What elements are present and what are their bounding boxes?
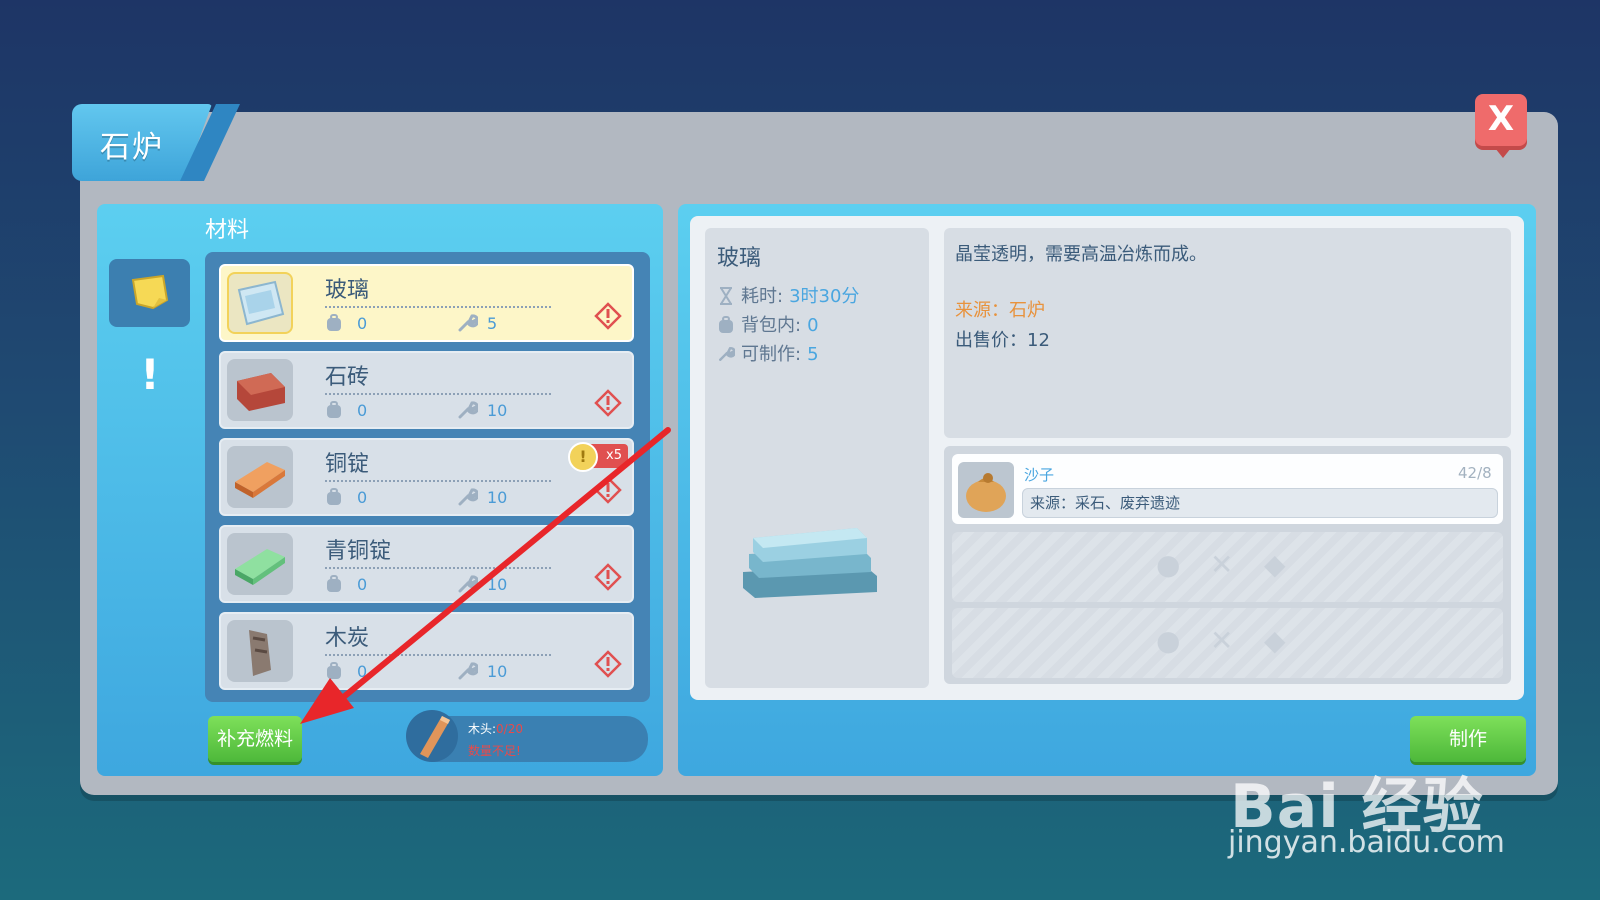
stat-bag: 背包内: 0 [717, 311, 819, 337]
window-title: 石炉 [100, 130, 164, 165]
requirement-name: 沙子 [1024, 466, 1055, 484]
wrench-icon [458, 401, 478, 419]
item-name: 石砖 [325, 365, 370, 390]
warning-icon [594, 389, 622, 417]
item-bag-count: 0 [357, 314, 368, 333]
materials-section-title: 材料 [205, 218, 250, 243]
item-name: 玻璃 [325, 278, 370, 303]
charcoal-icon [227, 620, 293, 682]
wrench-icon [458, 314, 478, 332]
wood-count: 木头:0/20 [468, 720, 523, 737]
warning-icon [594, 650, 622, 678]
cross-icon: ✕ [1210, 548, 1234, 581]
backpack-icon [327, 314, 341, 331]
list-item-stone-brick[interactable]: 石砖 0 10 [219, 351, 634, 429]
item-bag-count: 0 [357, 401, 368, 420]
tab-alert-icon[interactable]: ! [128, 350, 172, 400]
stat-craft-value: 5 [807, 344, 819, 365]
item-source: 来源：石炉 [955, 300, 1045, 321]
divider [325, 654, 551, 656]
brick-icon [227, 359, 293, 421]
stat-bag-label: 背包内: [741, 315, 802, 336]
divider [325, 480, 551, 482]
backpack-icon [327, 401, 341, 418]
item-craftable-count: 10 [487, 575, 508, 594]
wrench-icon [719, 347, 735, 361]
hourglass-icon [720, 287, 732, 305]
stat-time-label: 耗时: [741, 286, 784, 307]
cross-icon: ✕ [1210, 624, 1234, 657]
stat-time-value: 3时30分 [789, 286, 860, 307]
backpack-icon [327, 575, 341, 592]
chicken-leg-icon: ◆ [1264, 548, 1286, 581]
hint-bulb-icon: ! [568, 442, 598, 472]
glass-preview-icon [743, 528, 877, 598]
stat-craft-label: 可制作: [741, 344, 802, 365]
item-name: 铜锭 [325, 452, 370, 477]
warning-icon [594, 302, 622, 330]
item-craftable-count: 10 [487, 401, 508, 420]
backpack-icon [327, 488, 341, 505]
wood-log-icon [406, 710, 458, 762]
wrench-icon [458, 662, 478, 680]
materials-list[interactable]: 玻璃 0 5 石砖 0 10 铜锭 0 10 x5 ! 青铜锭 0 10 木炭 … [205, 252, 650, 702]
stat-time: 耗时: 3时30分 [717, 282, 859, 308]
close-button[interactable]: X [1475, 94, 1527, 158]
item-craftable-count: 5 [487, 314, 498, 333]
backpack-icon [719, 316, 733, 333]
add-fuel-button[interactable]: 补充燃料 [208, 716, 302, 762]
glass-icon [227, 272, 293, 334]
apple-icon: ● [1156, 624, 1181, 657]
item-name: 木炭 [325, 626, 370, 651]
empty-requirement-slot: ● ✕ ◆ [952, 532, 1503, 602]
warning-icon [594, 476, 622, 504]
requirement-source: 来源：采石、废弃遗迹 [1030, 494, 1181, 512]
watermark-url: jingyan.baidu.com [1228, 825, 1505, 860]
divider [325, 393, 551, 395]
apple-icon: ● [1156, 548, 1181, 581]
copper-ingot-icon [227, 446, 293, 508]
empty-requirement-slot: ● ✕ ◆ [952, 608, 1503, 678]
item-craftable-count: 10 [487, 662, 508, 681]
note-icon [131, 274, 168, 310]
item-craftable-count: 10 [487, 488, 508, 507]
list-item-bronze-ingot[interactable]: 青铜锭 0 10 [219, 525, 634, 603]
backpack-icon [327, 662, 341, 679]
stat-bag-value: 0 [807, 315, 819, 336]
warning-icon [594, 563, 622, 591]
detail-item-name: 玻璃 [717, 246, 762, 271]
craft-button[interactable]: 制作 [1410, 716, 1526, 762]
item-bag-count: 0 [357, 662, 368, 681]
item-name: 青铜锭 [325, 539, 392, 564]
item-bag-count: 0 [357, 488, 368, 507]
divider [325, 306, 551, 308]
item-price: 出售价：12 [955, 330, 1050, 351]
fuel-warning: 数量不足! [468, 744, 521, 758]
item-bag-count: 0 [357, 575, 368, 594]
wood-label: 木头: [468, 722, 497, 736]
requirement-count: 42/8 [1458, 464, 1492, 482]
item-description: 晶莹透明，需要高温冶炼而成。 [955, 244, 1207, 265]
sand-bag-icon [958, 462, 1014, 518]
wrench-icon [458, 575, 478, 593]
wood-value: 0/20 [496, 722, 523, 736]
wrench-icon [458, 488, 478, 506]
list-item-charcoal[interactable]: 木炭 0 10 [219, 612, 634, 690]
list-item-glass[interactable]: 玻璃 0 5 [219, 264, 634, 342]
list-item-copper-ingot[interactable]: 铜锭 0 10 x5 ! [219, 438, 634, 516]
stat-craftable: 可制作: 5 [717, 340, 819, 366]
tab-materials[interactable] [109, 259, 190, 327]
bronze-ingot-icon [227, 533, 293, 595]
chicken-leg-icon: ◆ [1264, 624, 1286, 657]
divider [325, 567, 551, 569]
